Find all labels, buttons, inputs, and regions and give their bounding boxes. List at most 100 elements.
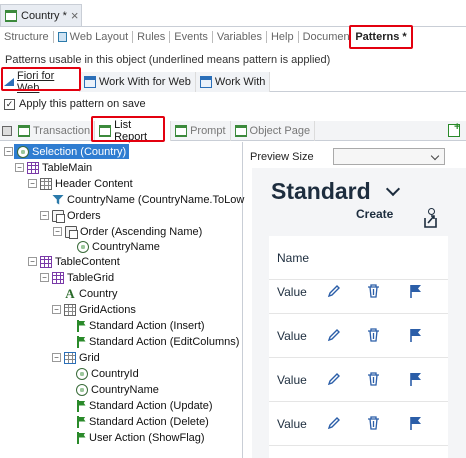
flag-icon[interactable]	[409, 372, 422, 386]
node-label: TableGrid	[67, 271, 115, 284]
edit-icon[interactable]	[327, 284, 341, 298]
tab-label: Events	[174, 31, 208, 43]
node-label: Standard Action (EditColumns)	[89, 335, 240, 348]
grid-icon	[64, 351, 76, 364]
tree-node-action-delete[interactable]: Standard Action (Delete)	[76, 414, 209, 429]
table-icon	[52, 271, 64, 284]
preview-size-label: Preview Size	[250, 151, 314, 163]
object-page-icon	[234, 124, 247, 137]
tree-node-countryname-filter[interactable]: CountryName (CountryName.ToLow	[52, 192, 244, 207]
node-label: Orders	[67, 209, 101, 222]
attribute-icon	[76, 383, 88, 396]
fiori-tab-highlight	[1, 67, 81, 91]
delete-icon[interactable]	[367, 328, 380, 342]
tree-node-action-insert[interactable]: Standard Action (Insert)	[76, 318, 205, 333]
node-label: Order (Ascending Name)	[80, 225, 203, 238]
tree-node-countryid[interactable]: CountryId	[76, 366, 139, 381]
action-flag-icon	[76, 415, 86, 428]
tab-transaction[interactable]: Transaction	[0, 120, 96, 141]
node-label: User Action (ShowFlag)	[89, 431, 205, 444]
tree-node-tablecontent[interactable]: TableContent	[40, 254, 120, 269]
collapse-icon[interactable]: −	[52, 353, 61, 362]
tab-prompt[interactable]: Prompt	[171, 120, 231, 141]
collapse-icon[interactable]: −	[52, 305, 61, 314]
node-label: CountryName (CountryName.ToLow	[67, 193, 245, 206]
tab-help[interactable]: Help	[267, 31, 298, 43]
table-row[interactable]: Value	[269, 270, 448, 314]
tab-events[interactable]: Events	[170, 31, 212, 43]
collapse-icon[interactable]: −	[28, 257, 37, 266]
tab-label: Structure	[4, 31, 49, 43]
node-label: GridActions	[79, 303, 136, 316]
instance-tabs: Transaction List Report Prompt Object Pa…	[0, 119, 466, 143]
tree-node-orders[interactable]: Orders	[52, 208, 101, 223]
tree-node-user-action-showflag[interactable]: User Action (ShowFlag)	[76, 430, 205, 445]
apply-checkbox[interactable]: ✓	[4, 98, 15, 110]
tree-node-country[interactable]: A Country	[64, 286, 118, 301]
action-flag-icon	[76, 319, 86, 332]
table-row[interactable]: Value	[269, 314, 448, 358]
tree-node-tablegrid[interactable]: TableGrid	[52, 270, 114, 285]
tree-node-order[interactable]: Order (Ascending Name)	[65, 224, 202, 239]
tab-object-page[interactable]: Object Page	[231, 120, 316, 141]
tab-label: Work With	[214, 76, 266, 88]
tab-label: Variables	[216, 31, 262, 43]
collapse-icon[interactable]: −	[15, 163, 24, 172]
part-tabs: Structure Web Layout Rules Events Variab…	[0, 28, 381, 46]
attribute-icon	[76, 367, 88, 380]
cell-value: Value	[277, 328, 307, 343]
delete-icon[interactable]	[367, 372, 380, 386]
close-icon[interactable]: ×	[71, 8, 79, 23]
tab-variables[interactable]: Variables	[213, 31, 266, 43]
tree-node-selection[interactable]: Selection (Country)	[14, 144, 130, 159]
flag-icon[interactable]	[409, 416, 422, 430]
orders-icon	[52, 209, 65, 223]
delete-icon[interactable]	[367, 416, 380, 430]
flag-icon[interactable]	[409, 328, 422, 342]
variant-title: Standard	[271, 178, 371, 204]
tab-label: Patterns *	[355, 31, 407, 43]
tree-node-gridactions[interactable]: GridActions	[64, 302, 136, 317]
node-label: CountryName	[92, 240, 160, 253]
create-button[interactable]: Create	[356, 207, 393, 220]
tree-node-order-countryname[interactable]: CountryName	[77, 239, 160, 254]
preview-size-select[interactable]	[333, 148, 445, 165]
tree-node-action-update[interactable]: Standard Action (Update)	[76, 398, 213, 413]
edit-icon[interactable]	[327, 416, 341, 430]
tab-patterns[interactable]: Patterns *	[349, 25, 413, 49]
tab-web-layout[interactable]: Web Layout	[54, 31, 133, 43]
collapse-icon[interactable]: −	[28, 179, 37, 188]
node-label: TableMain	[42, 161, 93, 174]
tab-rules[interactable]: Rules	[133, 31, 169, 43]
add-instance-icon[interactable]: +	[448, 121, 460, 137]
settings-icon[interactable]	[428, 208, 435, 215]
tree-node-grid[interactable]: Grid	[64, 350, 100, 365]
tree-node-header-content[interactable]: Header Content	[40, 176, 133, 191]
tree-node-grid-countryname[interactable]: CountryName	[76, 382, 159, 397]
apply-on-save-option[interactable]: ✓ Apply this pattern on save	[4, 98, 146, 110]
table-row[interactable]: Value	[269, 402, 448, 446]
collapse-icon[interactable]: −	[40, 273, 49, 282]
tab-label: Web Layout	[69, 31, 129, 43]
collapse-icon[interactable]: −	[40, 211, 49, 220]
tab-structure[interactable]: Structure	[0, 31, 53, 43]
node-label: TableContent	[55, 255, 120, 268]
table-row[interactable]: Value	[269, 358, 448, 402]
delete-icon[interactable]	[367, 284, 380, 298]
node-label: Country	[79, 287, 118, 300]
collapse-icon[interactable]: −	[53, 227, 62, 236]
tab-work-with-for-web[interactable]: Work With for Web	[80, 72, 196, 92]
transaction-icon	[5, 9, 17, 22]
tree-node-tablemain[interactable]: TableMain	[27, 160, 92, 175]
document-tab[interactable]: Country * ×	[0, 4, 82, 26]
tab-work-with[interactable]: Work With	[195, 72, 271, 92]
selection-icon	[17, 145, 29, 158]
edit-icon[interactable]	[327, 328, 341, 342]
transaction-icon	[18, 124, 30, 137]
flag-icon[interactable]	[409, 284, 422, 298]
node-label: Standard Action (Update)	[89, 399, 213, 412]
edit-icon[interactable]	[327, 372, 341, 386]
action-flag-icon	[76, 399, 86, 412]
collapse-icon[interactable]: −	[4, 147, 13, 156]
tree-node-action-editcolumns[interactable]: Standard Action (EditColumns)	[76, 334, 239, 349]
